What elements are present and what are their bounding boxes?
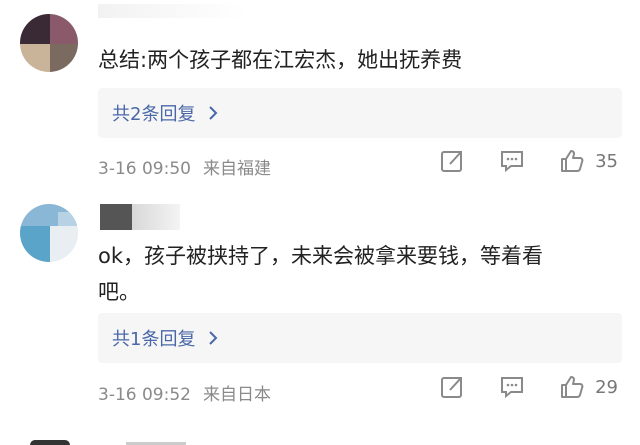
replies-button[interactable]: 共2条回复 xyxy=(98,88,622,138)
username-redacted[interactable] xyxy=(100,204,180,230)
share-icon xyxy=(441,151,463,172)
comment-meta: 3-16 09:52 来自日本 xyxy=(98,380,283,405)
comment-icon xyxy=(501,151,524,173)
replies-label: 共2条回复 xyxy=(112,104,196,125)
avatar[interactable] xyxy=(20,204,78,262)
comment-text: 总结:两个孩子都在江宏杰，她出抚养费 xyxy=(98,48,463,72)
comment-meta: 3-16 09:50 来自福建 xyxy=(98,154,283,179)
replies-label: 共1条回复 xyxy=(112,329,196,350)
share-button[interactable] xyxy=(439,148,465,174)
action-bar: 35 xyxy=(405,148,618,174)
comment-button[interactable] xyxy=(499,148,525,174)
thumbs-up-icon xyxy=(561,376,584,398)
replies-button[interactable]: 共1条回复 xyxy=(98,313,622,363)
comment-icon xyxy=(501,377,524,399)
share-icon xyxy=(441,377,463,398)
username-redacted[interactable] xyxy=(98,4,248,18)
location: 来自福建 xyxy=(202,159,271,179)
comment-2: ok，孩子被挟持了，未来会被拿来要钱，等着看吧。 共1条回复 3-16 09:5… xyxy=(0,200,640,445)
chevron-right-icon xyxy=(209,331,218,345)
like-button[interactable]: 29 xyxy=(559,374,618,400)
avatar[interactable] xyxy=(20,14,78,72)
timestamp: 3-16 09:52 xyxy=(98,385,191,405)
like-count: 29 xyxy=(595,376,618,398)
chevron-right-icon xyxy=(209,106,218,120)
like-button[interactable]: 35 xyxy=(559,148,618,174)
like-count: 35 xyxy=(595,150,618,172)
action-bar: 29 xyxy=(405,374,618,400)
location: 来自日本 xyxy=(202,385,271,405)
comment-text: ok，孩子被挟持了，未来会被拿来要钱，等着看吧。 xyxy=(98,244,544,304)
next-comment-avatar-edge xyxy=(30,440,70,445)
comment-button[interactable] xyxy=(499,374,525,400)
comment-1: 总结:两个孩子都在江宏杰，她出抚养费 共2条回复 3-16 09:50 来自福建 xyxy=(0,0,640,200)
timestamp: 3-16 09:50 xyxy=(98,159,191,179)
thumbs-up-icon xyxy=(561,150,584,172)
share-button[interactable] xyxy=(439,374,465,400)
